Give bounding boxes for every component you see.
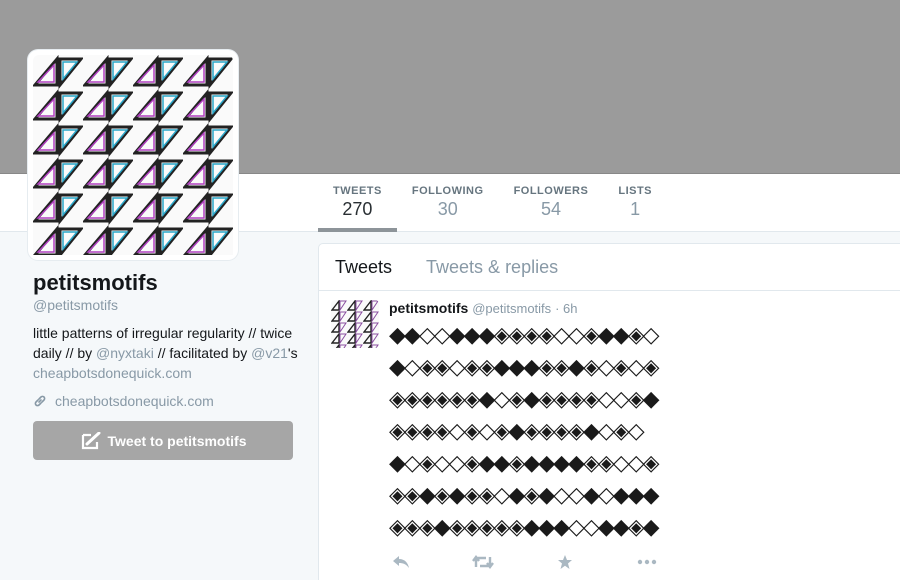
stat-tweets[interactable]: TWEETS 270 <box>318 173 397 232</box>
stat-value: 54 <box>540 199 561 219</box>
pattern-avatar-image <box>33 55 233 255</box>
compose-icon <box>81 431 101 449</box>
reply-icon <box>393 556 409 568</box>
tweet-timestamp[interactable]: · 6h <box>555 301 577 316</box>
bio-url-link[interactable]: cheapbotsdonequick.com <box>33 365 192 381</box>
tweet-body: petitsmotifs @petitsmotifs · 6h ◆◆◇◇◆◆◆◈… <box>389 300 900 544</box>
profile-card: petitsmotifs @petitsmotifs little patter… <box>33 270 303 409</box>
favorite-button[interactable] <box>553 552 577 572</box>
timeline-tabs: Tweets Tweets & replies <box>319 244 900 291</box>
tab-tweets-replies[interactable]: Tweets & replies <box>426 257 558 278</box>
tweet-text-line: ◈◈◈◆◈◈◈◈◈◆◆◆◇◇◆◆◈◆ <box>389 515 660 540</box>
tweet-text-line: ◈◈◈◈◈◈◆◇◈◆◈◈◈◈◇◇◈◆ <box>389 387 660 412</box>
profile-url-text[interactable]: cheapbotsdonequick.com <box>55 393 214 409</box>
stat-value: 1 <box>630 199 641 219</box>
profile-handle[interactable]: @petitsmotifs <box>33 297 303 313</box>
stat-value: 30 <box>437 199 458 219</box>
link-icon <box>34 395 46 407</box>
tweet-text-line: ◈◈◆◈◆◈◈◇◆◈◆◇◇◆◇◆◆◆ <box>389 483 660 508</box>
retweet-icon <box>472 555 494 569</box>
stat-following[interactable]: FOLLOWING 30 <box>397 173 499 232</box>
stat-label: LISTS <box>618 185 653 197</box>
star-icon <box>558 555 572 569</box>
bio-mention-link[interactable]: @nyxtaki <box>96 345 154 361</box>
stat-label: FOLLOWING <box>411 185 484 197</box>
tweet-avatar[interactable] <box>331 300 379 348</box>
stat-followers[interactable]: FOLLOWERS 54 <box>499 173 604 232</box>
tweet-actions <box>389 552 659 572</box>
profile-url[interactable]: cheapbotsdonequick.com <box>33 393 303 409</box>
tweet-text-line: ◆◇◈◈◇◈◈◆◆◆◈◈◆◈◇◈◇◈ <box>389 355 660 380</box>
tab-tweets[interactable]: Tweets <box>335 257 392 278</box>
profile-avatar[interactable] <box>28 50 238 260</box>
retweet-button[interactable] <box>471 552 495 572</box>
profile-stats: TWEETS 270 FOLLOWING 30 FOLLOWERS 54 LIS… <box>318 173 667 232</box>
tweet-text-line: ◈◈◈◈◇◈◇◈◆◈◈◈◈◆◇◈◇ <box>389 419 645 444</box>
stat-label: TWEETS <box>333 185 382 197</box>
stat-lists[interactable]: LISTS 1 <box>603 173 667 232</box>
more-button[interactable] <box>635 552 659 572</box>
pattern-avatar-image <box>331 300 379 348</box>
profile-bio: little patterns of irregular regularity … <box>33 323 303 383</box>
stat-value: 270 <box>342 199 373 219</box>
bio-mention-link[interactable]: @v21 <box>251 345 288 361</box>
profile-name[interactable]: petitsmotifs <box>33 270 303 296</box>
tweet-to-label: Tweet to petitsmotifs <box>107 432 247 449</box>
tweet-text-line: ◆◇◈◇◇◈◆◆◈◆◆◆◆◈◈◇◇◈ <box>389 451 660 476</box>
tweet-to-button[interactable]: Tweet to petitsmotifs <box>33 421 293 460</box>
tweet-author-name[interactable]: petitsmotifs <box>389 300 468 316</box>
tweet-text: ◆◆◇◇◆◆◆◈◈◈◈◇◇◈◆◆◈◇ ◆◇◈◈◇◈◈◆◆◆◈◈◆◈◇◈◇◈ ◈◈… <box>389 320 900 544</box>
bio-text: 's <box>287 345 298 361</box>
tweet-author-handle[interactable]: @petitsmotifs <box>472 301 551 316</box>
tweet-text-line: ◆◆◇◇◆◆◆◈◈◈◈◇◇◈◆◆◈◇ <box>389 323 660 348</box>
bio-text: // facilitated by <box>153 345 252 361</box>
more-icon <box>637 559 657 565</box>
stat-label: FOLLOWERS <box>513 185 589 197</box>
reply-button[interactable] <box>389 552 413 572</box>
tweet-header: petitsmotifs @petitsmotifs · 6h <box>389 300 900 317</box>
timeline-panel: Tweets Tweets & replies petitsmotifs @pe… <box>318 243 900 580</box>
